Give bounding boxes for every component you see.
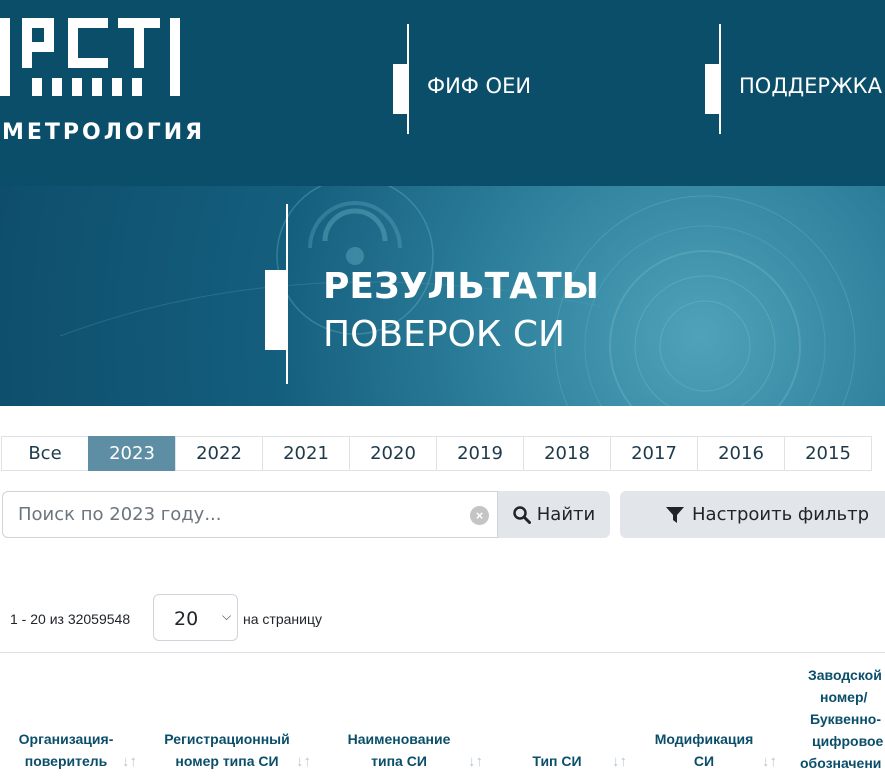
nav-marker xyxy=(705,64,720,114)
column-header-line: Буквенно- xyxy=(810,711,882,727)
tab-2020[interactable]: 2020 xyxy=(349,436,437,471)
column-header-type-name[interactable]: Наименование типа СИ xyxy=(340,728,458,772)
nav-label[interactable]: ПОДДЕРЖКА xyxy=(739,74,882,98)
column-header-line: Наименование xyxy=(347,731,451,747)
tab-2018[interactable]: 2018 xyxy=(523,436,611,471)
nav-item-support[interactable]: ПОДДЕРЖКА xyxy=(705,24,885,134)
results-range: 1 - 20 из 32059548 xyxy=(10,611,131,627)
column-header-line: обозначени xyxy=(800,755,882,771)
chevron-down-icon: ⌵ xyxy=(222,609,232,623)
column-header-line: поверитель xyxy=(24,753,108,769)
column-header-organization[interactable]: Организация- поверитель xyxy=(10,728,122,772)
per-page-select[interactable]: 20 ⌵ xyxy=(153,594,238,641)
find-button-label: Найти xyxy=(536,504,596,525)
column-header-line: Модификация xyxy=(654,731,754,747)
sort-icon[interactable]: ↓↑ xyxy=(468,753,483,770)
nav-marker xyxy=(393,64,408,114)
page-subtitle: ПОВЕРОК СИ xyxy=(323,314,565,355)
logo-text: МЕТРОЛОГИЯ xyxy=(2,120,206,145)
column-header-reg-number[interactable]: Регистрационный номер типа СИ xyxy=(160,728,294,772)
column-header-modification[interactable]: Модификация СИ xyxy=(648,728,760,772)
nav-label[interactable]: ФИФ ОЕИ xyxy=(427,74,531,98)
site-header: МЕТРОЛОГИЯ ФИФ ОЕИ ПОДДЕРЖКА xyxy=(0,0,885,186)
filter-button-label: Настроить фильтр xyxy=(692,504,870,525)
logo[interactable]: МЕТРОЛОГИЯ xyxy=(0,18,202,145)
hero-banner: РЕЗУЛЬТАТЫ ПОВЕРОК СИ xyxy=(0,186,885,406)
tab-2016[interactable]: 2016 xyxy=(697,436,785,471)
page-title: РЕЗУЛЬТАТЫ xyxy=(323,266,599,307)
filter-icon xyxy=(666,506,684,523)
column-header-line: цифровое xyxy=(812,733,884,749)
tab-2019[interactable]: 2019 xyxy=(436,436,524,471)
column-header-line: номер/ xyxy=(820,689,868,705)
tab-2017[interactable]: 2017 xyxy=(610,436,698,471)
find-button[interactable]: Найти xyxy=(498,491,610,538)
column-header-line xyxy=(515,728,599,750)
year-tabs: Все 2023 2022 2021 2020 2019 2018 2017 2… xyxy=(1,436,872,471)
column-header-line: типа СИ xyxy=(371,753,427,769)
sort-icon[interactable]: ↓↑ xyxy=(296,753,311,770)
tab-all[interactable]: Все xyxy=(1,436,89,471)
per-page-label: на страницу xyxy=(243,611,322,627)
column-header-line: номер типа СИ xyxy=(175,753,279,769)
column-header-line: Тип СИ xyxy=(532,753,582,769)
sort-icon[interactable]: ↓↑ xyxy=(122,753,137,770)
sort-icon[interactable]: ↓↑ xyxy=(762,753,777,770)
column-header-line: Организация- xyxy=(18,731,114,747)
rst-logo-mark xyxy=(0,18,180,96)
divider xyxy=(0,652,885,653)
column-header-serial-number[interactable]: Заводской номер/ Буквенно- цифровое обоз… xyxy=(796,664,885,774)
per-page-value: 20 xyxy=(174,608,199,630)
column-header-line: Регистрационный xyxy=(164,731,290,747)
column-header-si-type[interactable]: Тип СИ xyxy=(515,728,599,772)
search-placeholder: Поиск по 2023 году... xyxy=(18,504,222,525)
filter-button[interactable]: Настроить фильтр xyxy=(620,491,885,538)
column-header-line: СИ xyxy=(693,753,715,769)
clear-icon[interactable]: × xyxy=(470,506,489,525)
sort-icon[interactable]: ↓↑ xyxy=(612,753,627,770)
tab-2021[interactable]: 2021 xyxy=(262,436,350,471)
column-header-line: Заводской xyxy=(808,667,882,683)
banner-marker xyxy=(265,270,287,350)
nav-item-fif-oei[interactable]: ФИФ ОЕИ xyxy=(393,24,593,134)
tab-2023[interactable]: 2023 xyxy=(88,436,176,471)
tab-2015[interactable]: 2015 xyxy=(784,436,872,471)
search-input[interactable]: Поиск по 2023 году... × xyxy=(2,491,498,538)
tab-2022[interactable]: 2022 xyxy=(175,436,263,471)
search-icon xyxy=(513,505,531,524)
